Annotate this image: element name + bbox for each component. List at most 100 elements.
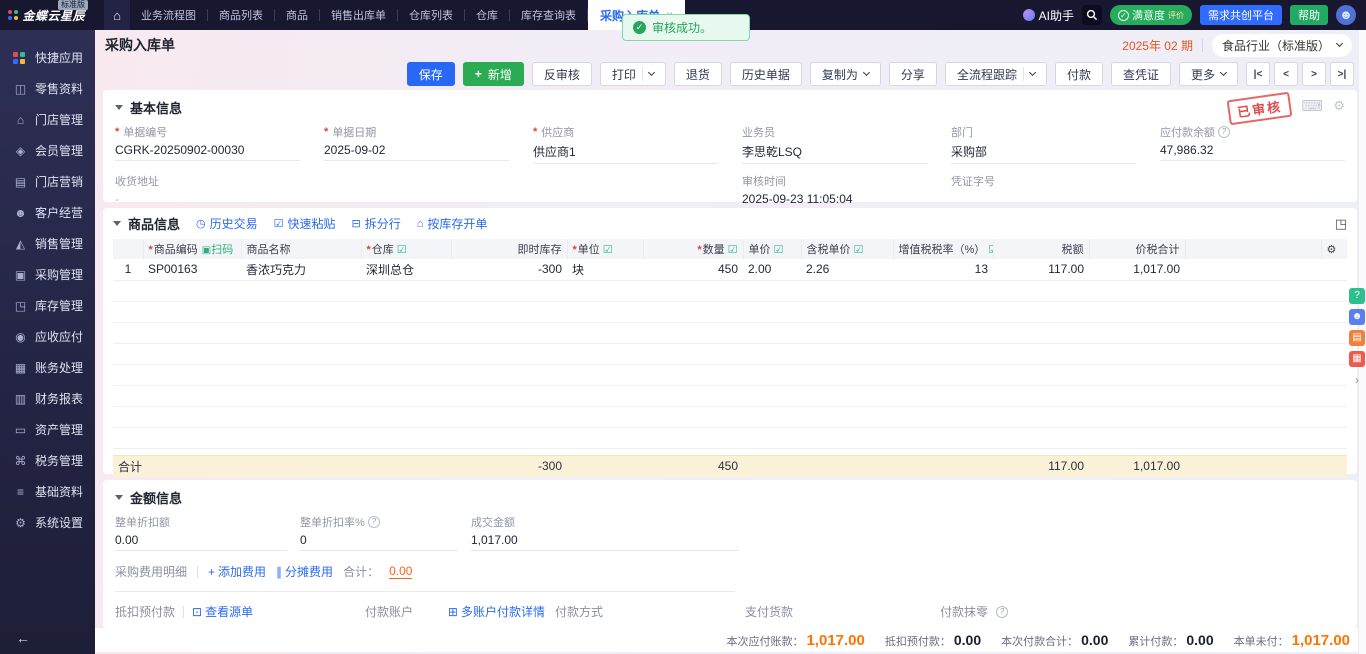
sidebar-item-member-manage[interactable]: ◈会员管理 xyxy=(0,135,95,166)
tab-product-list[interactable]: 商品列表 xyxy=(208,7,274,23)
history-bills-button[interactable]: 历史单据 xyxy=(730,62,802,86)
sidebar-item-finance-report[interactable]: ▥财务报表 xyxy=(0,383,95,414)
bill-no-value[interactable]: CGRK-20250902-00030 xyxy=(115,143,300,161)
more-button[interactable]: 更多 xyxy=(1179,62,1238,86)
settings-gear-icon[interactable]: ⚙ xyxy=(1333,98,1345,114)
multi-account-detail-link[interactable]: ⊞多账户付款详情 xyxy=(448,603,555,620)
tab-product[interactable]: 商品 xyxy=(275,7,319,23)
pay-goods-amount-value[interactable]: 0.00 xyxy=(745,627,940,628)
cell-unit[interactable]: 块 xyxy=(567,259,643,280)
sidebar-item-system-settings[interactable]: ⚙系统设置 xyxy=(0,507,95,538)
sidebar-item-asset-manage[interactable]: ▭资产管理 xyxy=(0,414,95,445)
column-lock-check-icon[interactable]: ☑ xyxy=(397,244,407,256)
home-tab[interactable]: ⌂ xyxy=(104,0,130,30)
split-row-link[interactable]: ⊟拆分行 xyxy=(352,215,401,232)
satisfaction-button[interactable]: ✓ 满意度评价 xyxy=(1110,5,1192,25)
sidebar-item-accounting[interactable]: ▦账务处理 xyxy=(0,352,95,383)
cell-code[interactable]: SP00163 xyxy=(143,259,241,280)
voucher-no-value[interactable] xyxy=(951,192,1136,209)
sidebar-item-customer-ops[interactable]: ☻客户经营 xyxy=(0,197,95,228)
sidebar-item-ar-ap[interactable]: ◉应收应付 xyxy=(0,321,95,352)
sidebar-item-store-manage[interactable]: ⌂门店管理 xyxy=(0,104,95,135)
collapse-triangle-icon[interactable] xyxy=(115,495,123,500)
share-button[interactable]: 分享 xyxy=(889,62,937,86)
calendar-float-button[interactable]: ▦ xyxy=(1349,351,1365,367)
cell-tax[interactable]: 117.00 xyxy=(993,259,1089,280)
industry-select[interactable]: 食品行业（标准版） xyxy=(1212,34,1352,57)
cell-num[interactable]: 1 xyxy=(113,259,143,280)
sidebar-item-purchase-manage[interactable]: ▣采购管理 xyxy=(0,259,95,290)
print-button[interactable]: 打印 xyxy=(600,62,666,86)
quick-paste-link[interactable]: ☑快速粘贴 xyxy=(274,215,336,232)
cell-warehouse[interactable]: 深圳总仓 xyxy=(361,259,451,280)
full-trace-button[interactable]: 全流程跟踪 xyxy=(945,62,1047,86)
sidebar-item-inventory-manage[interactable]: ◳库存管理 xyxy=(0,290,95,321)
last-bill-button[interactable]: >| xyxy=(1330,62,1354,86)
help-float-button[interactable]: ? xyxy=(1349,288,1365,304)
sidebar-item-label: 资产管理 xyxy=(35,421,83,438)
tab-warehouse-list[interactable]: 仓库列表 xyxy=(398,7,464,23)
ai-assistant-button[interactable]: AI助手 xyxy=(1023,7,1074,24)
cell-stock[interactable]: -300 xyxy=(451,259,567,280)
copy-as-button[interactable]: 复制为 xyxy=(810,62,881,86)
bill-date-value[interactable]: 2025-09-02 xyxy=(324,143,509,161)
assistant-float-button[interactable]: ☻ xyxy=(1349,309,1365,325)
salesman-value[interactable]: 李思乾LSQ xyxy=(742,143,927,164)
history-trade-link[interactable]: ◷历史交易 xyxy=(196,215,258,232)
avatar[interactable]: ☻ xyxy=(1336,5,1356,25)
view-source-bill-link[interactable]: ⊡查看源单 xyxy=(192,603,253,620)
scan-code-link[interactable]: ▣扫码 xyxy=(202,244,233,256)
cell-tax_rate[interactable]: 13 xyxy=(893,259,993,280)
sidebar-collapse-button[interactable]: ← xyxy=(0,622,95,654)
table-settings-gear-icon[interactable]: ⚙ xyxy=(1321,239,1347,259)
fullscreen-icon[interactable]: ◳ xyxy=(1335,216,1347,232)
tab-sales-outbound[interactable]: 销售出库单 xyxy=(320,7,397,23)
tab-stock-query[interactable]: 库存查询表 xyxy=(510,7,587,23)
add-fee-link[interactable]: +添加费用 xyxy=(208,563,266,580)
column-lock-check-icon[interactable]: ☑ xyxy=(988,244,993,256)
cell-name[interactable]: 香浓巧克力 xyxy=(241,259,361,280)
fee-total-value[interactable]: 0.00 xyxy=(389,564,412,579)
bill-by-stock-link[interactable]: ⌂按库存开单 xyxy=(417,215,488,232)
sidebar-item-retail-data[interactable]: ◫零售资料 xyxy=(0,73,95,104)
notes-float-button[interactable]: ▤ xyxy=(1349,330,1365,346)
department-value[interactable]: 采购部 xyxy=(951,143,1136,164)
return-goods-button[interactable]: 退货 xyxy=(674,62,722,86)
accounting-period[interactable]: 2025年 02 期 xyxy=(1122,37,1193,54)
deal-amount-value[interactable]: 1,017.00 xyxy=(471,533,739,551)
add-new-button[interactable]: +新增 xyxy=(463,62,524,86)
share-fee-link[interactable]: ∥分摊费用 xyxy=(276,563,333,580)
column-lock-check-icon[interactable]: ☑ xyxy=(728,244,738,256)
prev-bill-button[interactable]: < xyxy=(1274,62,1298,86)
payment-button[interactable]: 付款 xyxy=(1055,62,1103,86)
sidebar-item-tax-manage[interactable]: ⌘税务管理 xyxy=(0,445,95,476)
supplier-value[interactable]: 供应商1 xyxy=(533,143,718,164)
first-bill-button[interactable]: |< xyxy=(1246,62,1270,86)
expand-float-button[interactable]: › xyxy=(1349,372,1365,388)
tab-business-flow[interactable]: 业务流程图 xyxy=(130,7,207,23)
keyboard-shortcut-icon[interactable]: ⌨ xyxy=(1301,97,1323,115)
cell-total[interactable]: 1,017.00 xyxy=(1089,259,1185,280)
collapse-triangle-icon[interactable] xyxy=(113,221,121,226)
order-discount-amount-value[interactable]: 0.00 xyxy=(115,533,287,551)
save-button[interactable]: 保存 xyxy=(407,62,455,86)
cell-price[interactable]: 2.00 xyxy=(743,259,801,280)
tab-warehouse[interactable]: 仓库 xyxy=(465,7,509,23)
search-button[interactable] xyxy=(1082,5,1102,25)
order-discount-rate-value[interactable]: 0 xyxy=(300,533,458,551)
view-voucher-button[interactable]: 查凭证 xyxy=(1111,62,1171,86)
unaudit-button[interactable]: 反审核 xyxy=(532,62,592,86)
cell-tax_price[interactable]: 2.26 xyxy=(801,259,893,280)
sidebar-item-store-marketing[interactable]: ▤门店营销 xyxy=(0,166,95,197)
column-lock-check-icon[interactable]: ☑ xyxy=(603,244,613,256)
cell-qty[interactable]: 450 xyxy=(643,259,743,280)
sidebar-item-sales-manage[interactable]: ◭销售管理 xyxy=(0,228,95,259)
sidebar-item-base-data[interactable]: ≡基础资料 xyxy=(0,476,95,507)
column-lock-check-icon[interactable]: ☑ xyxy=(774,244,784,256)
sidebar-item-quick-apps[interactable]: 快捷应用 xyxy=(0,42,95,73)
help-button[interactable]: 帮助 xyxy=(1290,5,1328,25)
co-creation-button[interactable]: 需求共创平台 xyxy=(1200,5,1282,25)
collapse-triangle-icon[interactable] xyxy=(115,105,123,110)
next-bill-button[interactable]: > xyxy=(1302,62,1326,86)
column-lock-check-icon[interactable]: ☑ xyxy=(854,244,864,256)
